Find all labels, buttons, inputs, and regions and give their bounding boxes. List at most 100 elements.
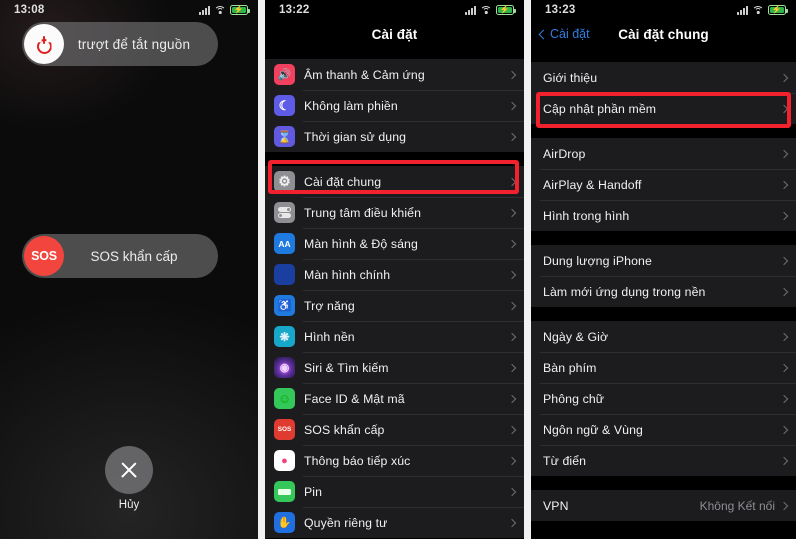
chevron-right-icon [507,456,517,465]
chevron-right-icon [507,425,517,434]
chevron-right-icon [779,501,789,510]
settings-row-accessibility[interactable]: Trợ năng [265,290,524,321]
chevron-right-icon [779,256,789,265]
general-row-airdrop[interactable]: AirDrop [531,138,796,169]
status-clock: 13:08 [14,4,45,16]
row-label: AirPlay & Handoff [543,177,642,192]
settings-group-b: Cài đặt chung Trung tâm điều khiển Màn h… [265,166,524,538]
general-row-software-update[interactable]: Cập nhật phần mềm [531,93,796,124]
power-slider-knob[interactable] [24,24,64,64]
row-label: Quyền riêng tư [304,515,388,530]
general-row-iphone-storage[interactable]: Dung lượng iPhone [531,245,796,276]
cancel-label: Hủy [118,499,140,511]
cancel-button[interactable] [105,446,153,494]
wifi-icon [214,5,226,15]
wallpaper-icon [274,326,295,347]
chevron-right-icon [779,394,789,403]
settings-row-do-not-disturb[interactable]: Không làm phiền [265,90,524,121]
hourglass-icon [274,126,295,147]
row-label: Siri & Tìm kiếm [304,360,389,375]
power-slider-label: trượt để tắt nguồn [77,36,191,52]
chevron-right-icon [507,239,517,248]
general-group-5: VPN Không Kết nối [531,490,796,521]
general-row-picture-in-picture[interactable]: Hình trong hình [531,200,796,231]
chevron-right-icon [507,518,517,527]
row-label: Cập nhật phần mềm [543,101,657,116]
status-clock: 13:22 [279,4,310,16]
row-label: Ngày & Giờ [543,329,609,344]
settings-row-privacy[interactable]: Quyền riêng tư [265,507,524,538]
back-button[interactable]: Cài đặt [538,27,590,41]
chevron-right-icon [507,208,517,217]
back-button-label: Cài đặt [550,27,590,41]
three-phone-screenshots: 13:08 ⚡ trượt để tắt nguồn SOS SOS khẩn … [0,0,796,539]
settings-row-sounds-haptics[interactable]: Âm thanh & Cảm ứng [265,59,524,90]
chevron-right-icon [507,132,517,141]
settings-row-general[interactable]: Cài đặt chung [265,166,524,197]
cancel-area[interactable]: Hủy [0,446,258,511]
chevron-right-icon [779,425,789,434]
chevron-right-icon [779,104,789,113]
settings-row-exposure-notifications[interactable]: Thông báo tiếp xúc [265,445,524,476]
settings-row-home-screen[interactable]: Màn hình chính [265,259,524,290]
cellular-bars-icon [737,5,748,15]
chevron-right-icon [507,270,517,279]
phone-panel-general-settings: 13:23 ⚡ Cài đặt Cài đặt chung Giới thiệu… [531,0,796,539]
general-row-fonts[interactable]: Phông chữ [531,383,796,414]
chevron-right-icon [779,287,789,296]
chevron-right-icon [507,101,517,110]
chevron-right-icon [507,487,517,496]
general-row-keyboard[interactable]: Bàn phím [531,352,796,383]
settings-row-wallpaper[interactable]: Hình nền [265,321,524,352]
status-icons: ⚡ [199,5,250,15]
settings-row-emergency-sos[interactable]: SOS khẩn cấp [265,414,524,445]
cellular-bars-icon [199,5,210,15]
emergency-sos-slider[interactable]: SOS SOS khẩn cấp [22,234,218,278]
settings-row-siri-search[interactable]: Siri & Tìm kiếm [265,352,524,383]
row-label: Pin [304,484,323,499]
chevron-right-icon [779,149,789,158]
settings-row-display-brightness[interactable]: Màn hình & Độ sáng [265,228,524,259]
general-row-language-region[interactable]: Ngôn ngữ & Vùng [531,414,796,445]
chevron-right-icon [779,180,789,189]
row-label: Phông chữ [543,391,605,406]
settings-group-a: Âm thanh & Cảm ứng Không làm phiền Thời … [265,59,524,152]
general-row-airplay-handoff[interactable]: AirPlay & Handoff [531,169,796,200]
sos-icon[interactable]: SOS [24,236,64,276]
status-icons: ⚡ [737,5,788,15]
wifi-icon [480,5,492,15]
row-label: AirDrop [543,146,586,161]
chevron-right-icon [507,394,517,403]
general-group-1: Giới thiệu Cập nhật phần mềm [531,62,796,124]
row-label: Trợ năng [304,298,355,313]
battery-icon [274,481,295,502]
section-gap [265,152,524,166]
row-label: Màn hình chính [304,267,391,282]
general-row-about[interactable]: Giới thiệu [531,62,796,93]
general-row-vpn[interactable]: VPN Không Kết nối [531,490,796,521]
general-row-date-time[interactable]: Ngày & Giờ [531,321,796,352]
face-id-icon [274,388,295,409]
siri-icon [274,357,295,378]
general-group-4: Ngày & Giờ Bàn phím Phông chữ Ngôn ngữ &… [531,321,796,476]
page-title: Cài đặt [371,26,418,42]
slide-to-power-off-slider[interactable]: trượt để tắt nguồn [22,22,218,66]
row-label: Hình trong hình [543,208,630,223]
section-gap [531,231,796,245]
gear-icon [274,171,295,192]
power-icon [36,36,52,54]
row-label: Giới thiệu [543,70,598,85]
settings-row-battery[interactable]: Pin [265,476,524,507]
control-center-icon [274,202,295,223]
row-label: Bàn phím [543,360,597,375]
panel-divider-2 [524,0,531,539]
row-label: Từ điển [543,453,587,468]
general-row-dictionary[interactable]: Từ điển [531,445,796,476]
settings-row-screen-time[interactable]: Thời gian sử dụng [265,121,524,152]
nav-bar-general: Cài đặt Cài đặt chung [531,20,796,48]
settings-row-control-center[interactable]: Trung tâm điều khiển [265,197,524,228]
general-row-background-app-refresh[interactable]: Làm mới ứng dụng trong nền [531,276,796,307]
settings-row-face-id[interactable]: Face ID & Mật mã [265,383,524,414]
close-icon [119,460,139,480]
page-title: Cài đặt chung [618,26,709,42]
